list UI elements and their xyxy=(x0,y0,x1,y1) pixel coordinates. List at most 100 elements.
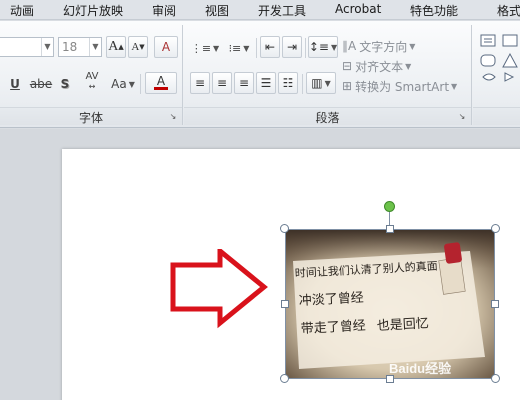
chevron-down-icon: ▼ xyxy=(330,42,338,52)
decrease-indent-button[interactable]: ⇤ xyxy=(260,36,280,58)
eraser-icon: A xyxy=(161,40,171,54)
resize-handle-nw[interactable] xyxy=(280,224,289,233)
curve-shape-icon xyxy=(482,73,496,81)
resize-handle-ne[interactable] xyxy=(491,224,500,233)
ribbon: ▼ 18 ▼ A ▲ A ▼ A U abe S AV ↔ Aa ▼ A 字体 ↘ xyxy=(0,21,520,128)
outdent-icon: ⇤ xyxy=(264,40,276,54)
justify-icon: ☰ xyxy=(260,76,272,90)
grow-font-button[interactable]: A ▲ xyxy=(106,36,126,58)
font-size-value: 18 xyxy=(62,40,78,54)
numbering-icon: ⁝≡ xyxy=(228,41,242,55)
align-right-button[interactable]: ≡ xyxy=(234,72,254,94)
menu-bar: 动画 幻灯片放映 审阅 视图 开发工具 Acrobat 特色功能 格式 xyxy=(0,0,520,20)
rounded-rect-icon xyxy=(480,54,496,67)
strikethrough-button[interactable]: abe xyxy=(28,73,54,95)
justify-button[interactable]: ☰ xyxy=(256,72,276,94)
distributed-icon: ☷ xyxy=(282,76,294,90)
spacing-label: AV xyxy=(85,71,99,82)
tab-format[interactable]: 格式 xyxy=(497,2,520,19)
bullets-icon: ⋮≡ xyxy=(190,41,212,55)
indent-icon: ⇥ xyxy=(286,40,298,54)
shadow-button[interactable]: S xyxy=(56,73,74,95)
drawing-group-label xyxy=(473,107,520,125)
clear-format-button[interactable]: A xyxy=(154,36,178,58)
font-size-combo[interactable]: 18 ▼ xyxy=(58,37,102,57)
char-spacing-button[interactable]: AV ↔ xyxy=(78,71,106,93)
case-label: Aa xyxy=(111,77,127,91)
resize-handle-s[interactable] xyxy=(386,375,394,383)
smartart-icon: ⊞ xyxy=(342,79,353,93)
tab-features[interactable]: 特色功能 xyxy=(410,2,458,19)
shapes-gallery[interactable] xyxy=(479,33,520,113)
chevron-down-icon: ▼ xyxy=(405,61,412,71)
font-group-label: 字体 xyxy=(0,107,182,125)
chevron-down-icon: ▼ xyxy=(324,78,331,88)
grow-font-icon: A xyxy=(108,39,119,54)
separator xyxy=(256,38,257,58)
resize-handle-se[interactable] xyxy=(491,374,500,383)
font-name-combo[interactable]: ▼ xyxy=(0,37,54,57)
chevron-down-icon: ▼ xyxy=(409,41,416,51)
change-case-button[interactable]: Aa ▼ xyxy=(108,73,138,95)
increase-indent-button[interactable]: ⇥ xyxy=(282,36,302,58)
arrow-outline xyxy=(170,249,268,329)
paragraph-group-label: 段落 xyxy=(184,107,471,125)
bullets-button[interactable]: ⋮≡ ▼ xyxy=(190,37,220,59)
resize-handle-n[interactable] xyxy=(386,225,394,233)
double-arrow-icon: ↔ xyxy=(88,82,96,91)
distributed-button[interactable]: ☷ xyxy=(278,72,298,94)
tab-review[interactable]: 审阅 xyxy=(152,2,176,19)
font-group: ▼ 18 ▼ A ▲ A ▼ A U abe S AV ↔ Aa ▼ A 字体 ↘ xyxy=(0,25,183,125)
convert-smartart-button[interactable]: ⊞ 转换为 SmartArt ▼ xyxy=(342,75,470,97)
align-center-button[interactable]: ≡ xyxy=(212,72,232,94)
text-direction-label: 文字方向 xyxy=(359,39,408,54)
right-arrow-shape[interactable] xyxy=(170,249,270,329)
tab-slideshow[interactable]: 幻灯片放映 xyxy=(63,2,123,19)
resize-handle-sw[interactable] xyxy=(280,374,289,383)
separator xyxy=(140,74,141,94)
chevron-down-icon: ▼ xyxy=(41,38,53,56)
resize-handle-e[interactable] xyxy=(491,300,499,308)
color-bar xyxy=(154,87,168,90)
chevron-down-icon: ▼ xyxy=(128,79,135,89)
selected-picture[interactable]: 时间让我们认清了别人的真面 冲淡了曾经 带走了曾经 也是回忆 Baidu经验 xyxy=(280,201,500,383)
separator xyxy=(305,38,306,58)
selection-border xyxy=(285,229,495,379)
shrink-font-button[interactable]: A ▼ xyxy=(128,36,148,58)
tab-view[interactable]: 视图 xyxy=(205,2,229,19)
triangle-icon xyxy=(502,52,518,68)
columns-button[interactable]: ▥ ▼ xyxy=(306,72,336,94)
down-arrow-icon: ▼ xyxy=(139,43,145,51)
rotate-handle-icon[interactable] xyxy=(384,201,395,212)
convert-smartart-label: 转换为 SmartArt xyxy=(355,79,450,94)
textbox-shape-icon xyxy=(502,34,518,47)
font-color-button[interactable]: A xyxy=(145,72,177,94)
chevron-down-icon: ▼ xyxy=(89,38,101,56)
slide-canvas[interactable]: 时间让我们认清了别人的真面 冲淡了曾经 带走了曾经 也是回忆 Baidu经验 xyxy=(62,149,520,400)
drawing-group xyxy=(473,25,520,125)
columns-icon: ▥ xyxy=(311,76,323,90)
text-direction-icon: ∥A xyxy=(342,39,357,53)
align-text-icon: ⊟ xyxy=(342,59,353,73)
numbering-button[interactable]: ⁝≡ ▼ xyxy=(224,37,254,59)
textbox-shape-icon xyxy=(480,34,496,47)
font-color-icon: A xyxy=(156,74,166,88)
line-spacing-button[interactable]: ↕≡ ▼ xyxy=(308,36,338,58)
text-direction-button[interactable]: ∥A 文字方向 ▼ xyxy=(342,35,452,57)
underline-button[interactable]: U xyxy=(6,73,24,95)
tab-animations[interactable]: 动画 xyxy=(10,2,34,19)
chevron-down-icon: ▼ xyxy=(451,81,458,91)
separator xyxy=(302,74,303,94)
paragraph-group: ⋮≡ ▼ ⁝≡ ▼ ⇤ ⇥ ↕≡ ▼ ∥A 文字方向 ▼ ⊟ 对齐文本 ▼ ⊞ 转换为… xyxy=(184,25,472,125)
tab-acrobat[interactable]: Acrobat xyxy=(335,2,381,16)
line-spacing-icon: ↕≡ xyxy=(308,40,329,54)
dialog-launcher-icon[interactable]: ↘ xyxy=(168,112,178,122)
tab-developer[interactable]: 开发工具 xyxy=(258,2,306,19)
editing-area: 时间让我们认清了别人的真面 冲淡了曾经 带走了曾经 也是回忆 Baidu经验 xyxy=(0,129,520,400)
align-right-icon: ≡ xyxy=(238,76,250,90)
chevron-down-icon: ▼ xyxy=(243,43,250,53)
align-left-button[interactable]: ≡ xyxy=(190,72,210,94)
resize-handle-w[interactable] xyxy=(281,300,289,308)
align-text-button[interactable]: ⊟ 对齐文本 ▼ xyxy=(342,55,452,77)
dialog-launcher-icon[interactable]: ↘ xyxy=(457,112,467,122)
